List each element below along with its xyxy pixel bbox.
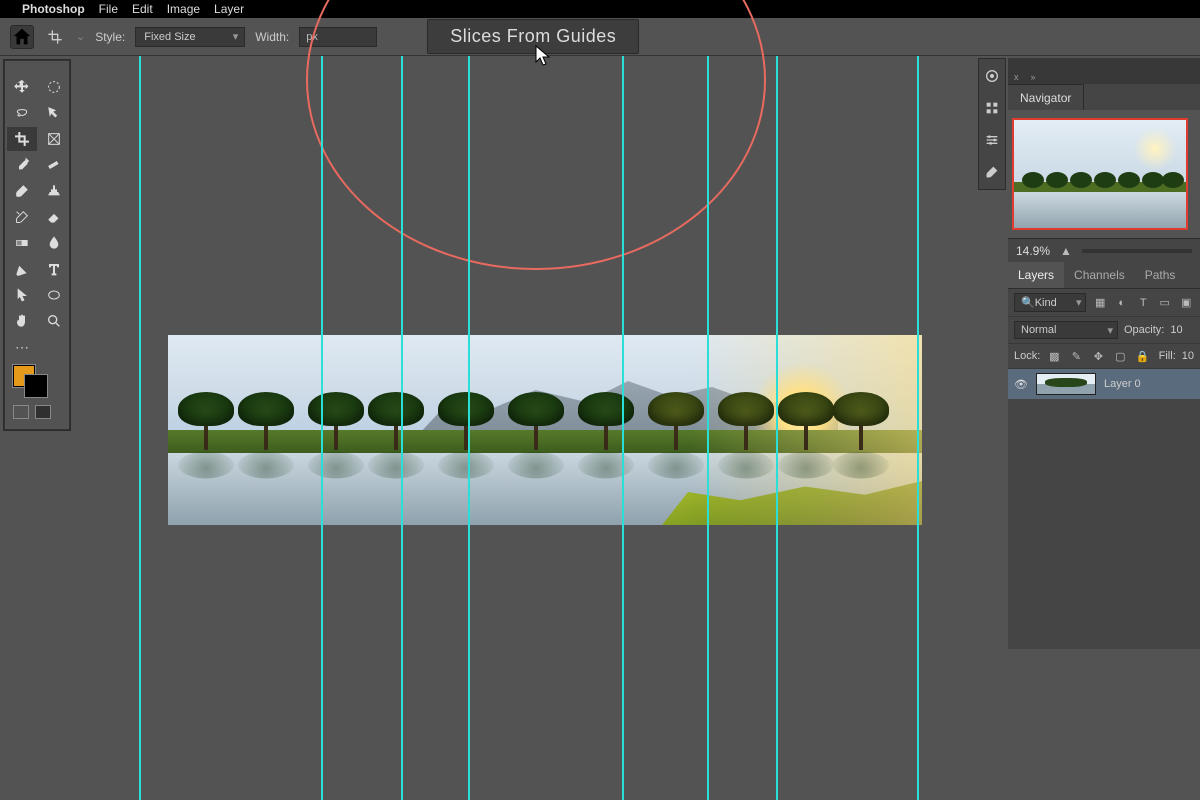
lock-transparent-icon[interactable]: ▩ bbox=[1046, 348, 1062, 364]
background-color[interactable] bbox=[25, 375, 47, 397]
brush-tool[interactable] bbox=[7, 179, 37, 203]
path-select-tool[interactable] bbox=[7, 283, 37, 307]
collapsed-panel-strip bbox=[978, 58, 1006, 190]
navigator-zoom-row: 14.9% ▲ bbox=[1008, 238, 1200, 262]
panel-collapse-icon[interactable]: » bbox=[1025, 70, 1042, 84]
layers-tab[interactable]: Layers bbox=[1008, 262, 1064, 288]
layer-row[interactable]: 👁 Layer 0 bbox=[1008, 369, 1200, 399]
hand-tool[interactable] bbox=[7, 309, 37, 333]
blur-tool[interactable] bbox=[39, 231, 69, 255]
frame-tool[interactable] bbox=[39, 127, 69, 151]
layer-name[interactable]: Layer 0 bbox=[1104, 378, 1141, 390]
width-field[interactable]: px bbox=[299, 27, 377, 47]
menu-image[interactable]: Image bbox=[167, 2, 200, 16]
adjustments-panel-icon[interactable] bbox=[983, 131, 1001, 149]
navigator-body bbox=[1008, 110, 1200, 238]
quick-mask-icon[interactable] bbox=[13, 405, 29, 419]
layer-filter-kind[interactable]: 🔍Kind bbox=[1014, 293, 1086, 312]
type-tool[interactable] bbox=[39, 257, 69, 281]
menu-edit[interactable]: Edit bbox=[132, 2, 153, 16]
zoom-out-icon[interactable]: ▲ bbox=[1060, 244, 1072, 258]
history-brush-tool[interactable] bbox=[7, 205, 37, 229]
filter-type-icon[interactable]: T bbox=[1135, 295, 1151, 311]
move-tool[interactable] bbox=[7, 75, 37, 99]
options-bar: ⌄ Style: Fixed Size Width: px Slices Fro… bbox=[0, 18, 1200, 56]
vertical-guide[interactable] bbox=[622, 56, 624, 800]
right-panels: x » Navigator 14.9% ▲ Layers Channels bbox=[1008, 58, 1200, 649]
navigator-tab[interactable]: Navigator bbox=[1008, 84, 1084, 110]
color-swatches[interactable] bbox=[13, 365, 67, 401]
crop-tool[interactable] bbox=[7, 127, 37, 151]
style-dropdown[interactable]: Fixed Size bbox=[135, 27, 245, 47]
vertical-guide[interactable] bbox=[468, 56, 470, 800]
layer-thumbnail[interactable] bbox=[1036, 373, 1096, 395]
lock-position-icon[interactable]: ✥ bbox=[1090, 348, 1106, 364]
vertical-guide[interactable] bbox=[776, 56, 778, 800]
menu-photoshop[interactable]: Photoshop bbox=[22, 2, 85, 16]
lock-label: Lock: bbox=[1014, 350, 1040, 362]
eyedropper-tool[interactable] bbox=[7, 153, 37, 177]
vertical-guide[interactable] bbox=[917, 56, 919, 800]
layer-visibility-icon[interactable]: 👁 bbox=[1014, 378, 1028, 391]
channels-tab[interactable]: Channels bbox=[1064, 262, 1135, 288]
fill-value[interactable]: 10 bbox=[1182, 350, 1194, 362]
layers-panel: Layers Channels Paths 🔍Kind ▦ ◐ T ▭ ▣ No… bbox=[1008, 262, 1200, 649]
zoom-tool[interactable] bbox=[39, 309, 69, 333]
menu-layer[interactable]: Layer bbox=[214, 2, 244, 16]
fill-label: Fill: bbox=[1159, 350, 1176, 362]
vertical-guide[interactable] bbox=[139, 56, 141, 800]
brushes-panel-icon[interactable] bbox=[983, 163, 1001, 181]
zoom-slider[interactable] bbox=[1082, 249, 1192, 253]
macos-menubar: Photoshop File Edit Image Layer bbox=[0, 0, 1200, 18]
opacity-value[interactable]: 10 bbox=[1170, 324, 1182, 336]
pen-tool[interactable] bbox=[7, 257, 37, 281]
filter-pixel-icon[interactable]: ▦ bbox=[1092, 295, 1108, 311]
lasso-tool[interactable] bbox=[7, 101, 37, 125]
width-label: Width: bbox=[255, 30, 289, 44]
panel-close-icon[interactable]: x bbox=[1008, 70, 1025, 84]
filter-smart-icon[interactable]: ▣ bbox=[1178, 295, 1194, 311]
home-button[interactable] bbox=[10, 25, 34, 49]
opacity-label: Opacity: bbox=[1124, 324, 1164, 336]
lock-paint-icon[interactable]: ✎ bbox=[1068, 348, 1084, 364]
eraser-tool[interactable] bbox=[39, 205, 69, 229]
quickmask-screenmode[interactable] bbox=[7, 405, 67, 419]
filter-adjust-icon[interactable]: ◐ bbox=[1114, 295, 1130, 311]
blend-mode-dropdown[interactable]: Normal bbox=[1014, 321, 1118, 339]
lock-artboard-icon[interactable]: ▢ bbox=[1112, 348, 1128, 364]
tools-panel: ⋯ bbox=[4, 60, 70, 430]
navigator-thumbnail[interactable] bbox=[1012, 118, 1188, 230]
color-panel-icon[interactable] bbox=[983, 67, 1001, 85]
lock-all-icon[interactable]: 🔒 bbox=[1134, 348, 1150, 364]
panel-tab-row: x » bbox=[1008, 58, 1200, 84]
swatches-panel-icon[interactable] bbox=[983, 99, 1001, 117]
shape-tool[interactable] bbox=[39, 283, 69, 307]
slices-from-guides-button[interactable]: Slices From Guides bbox=[427, 19, 639, 54]
menu-file[interactable]: File bbox=[99, 2, 118, 16]
edit-toolbar[interactable]: ⋯ bbox=[7, 335, 37, 359]
vertical-guide[interactable] bbox=[707, 56, 709, 800]
screen-mode-icon[interactable] bbox=[35, 405, 51, 419]
style-label: Style: bbox=[95, 30, 125, 44]
healing-brush-tool[interactable] bbox=[39, 153, 69, 177]
clone-stamp-tool[interactable] bbox=[39, 179, 69, 203]
paths-tab[interactable]: Paths bbox=[1135, 262, 1186, 288]
crop-tool-icon[interactable] bbox=[44, 26, 66, 48]
zoom-value[interactable]: 14.9% bbox=[1016, 244, 1050, 258]
quick-select-tool[interactable] bbox=[39, 101, 69, 125]
filter-shape-icon[interactable]: ▭ bbox=[1157, 295, 1173, 311]
vertical-guide[interactable] bbox=[321, 56, 323, 800]
document-canvas[interactable] bbox=[168, 335, 922, 525]
vertical-guide[interactable] bbox=[401, 56, 403, 800]
marquee-tool[interactable] bbox=[39, 75, 69, 99]
gradient-tool[interactable] bbox=[7, 231, 37, 255]
